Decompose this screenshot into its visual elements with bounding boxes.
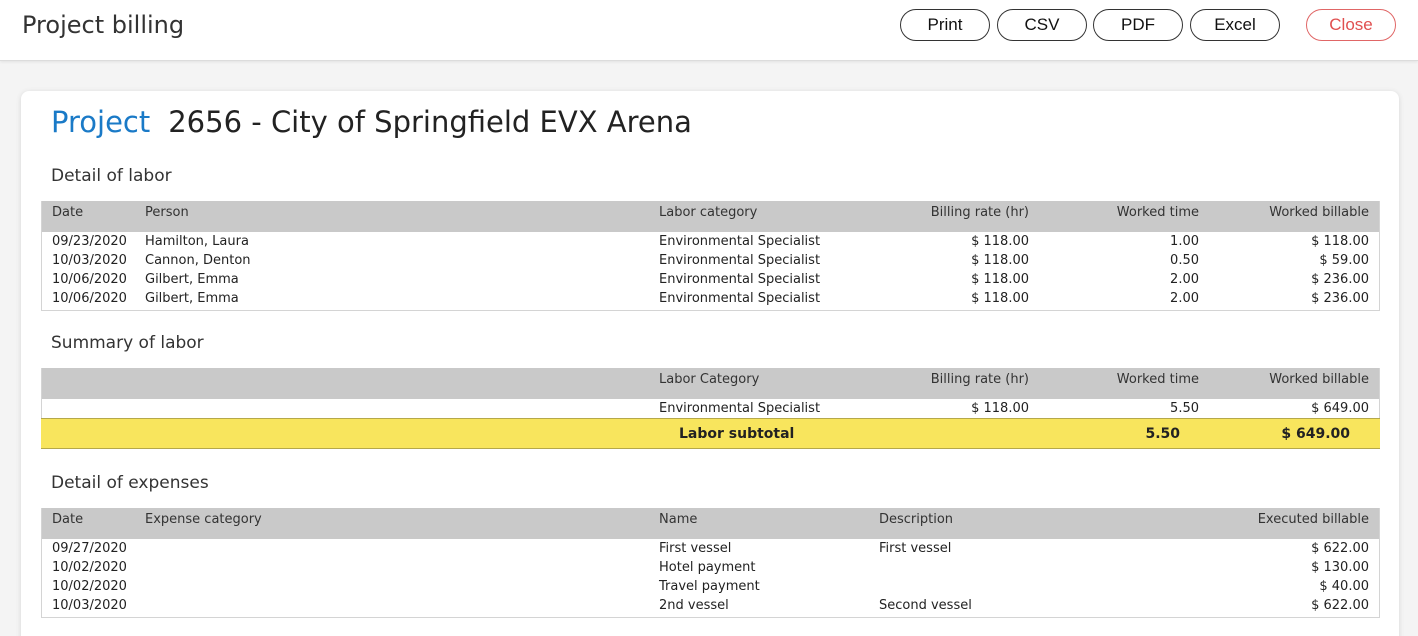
col-billing-rate: Billing rate (hr) [930,205,1029,220]
project-label: Project [51,105,151,139]
col-name: Name [659,512,698,527]
col-executed-billable: Executed billable [1257,512,1369,527]
cell-executed-billable: $ 622.00 [1311,541,1369,556]
csv-button[interactable]: CSV [997,9,1087,41]
labor-subtotal-label: Labor subtotal [679,426,795,442]
expenses-detail-body: 09/27/2020 First vessel First vessel $ 622.… [42,539,1379,617]
table-row: 10/03/2020 Cannon, Denton Environmental Sp… [42,252,1379,271]
cell-billing-rate: $ 118.00 [971,272,1029,287]
detail-of-labor-title: Detail of labor [51,166,172,186]
table-row: 10/06/2020 Gilbert, Emma Environmental Spe… [42,271,1379,290]
col-date: Date [52,205,84,220]
col-expense-category: Expense category [145,512,262,527]
pdf-button[interactable]: PDF [1093,9,1183,41]
table-row: 09/23/2020 Hamilton, Laura Environmental S… [42,233,1379,252]
cell-labor-category: Environmental Specialist [659,272,821,287]
cell-labor-category: Environmental Specialist [659,401,821,416]
cell-executed-billable: $ 622.00 [1311,598,1369,613]
labor-summary-body: Environmental Specialist $ 118.00 5.50 $ 64… [42,399,1379,419]
expenses-detail-table: Date Expense category Name Description E… [41,508,1380,618]
labor-summary-table: Labor Category Billing rate (hr) Worked … [41,368,1380,420]
col-labor-category: Labor Category [659,372,760,387]
labor-subtotal-row: Labor subtotal 5.50 $ 649.00 [41,418,1380,449]
cell-person: Hamilton, Laura [145,234,249,249]
detail-of-expenses-title: Detail of expenses [51,473,209,493]
top-bar: Project billing Print CSV PDF Excel Clos… [0,0,1418,61]
table-row: Environmental Specialist $ 118.00 5.50 $ 64… [42,400,1379,419]
table-row: 10/02/2020 Hotel payment $ 130.00 [42,559,1379,578]
close-button[interactable]: Close [1306,9,1396,41]
cell-date: 09/23/2020 [52,234,127,249]
cell-worked-time: 2.00 [1170,272,1199,287]
cell-name: First vessel [659,541,732,556]
cell-description: First vessel [879,541,952,556]
table-row: 10/06/2020 Gilbert, Emma Environmental Spe… [42,290,1379,309]
labor-subtotal-time: 5.50 [1145,426,1180,442]
labor-detail-body: 09/23/2020 Hamilton, Laura Environmental S… [42,232,1379,310]
labor-detail-table: Date Person Labor category Billing rate … [41,201,1380,311]
cell-worked-time: 0.50 [1170,253,1199,268]
cell-executed-billable: $ 130.00 [1311,560,1369,575]
project-heading: Project 2656 - City of Springfield EVX Ar… [51,105,692,139]
cell-description: Second vessel [879,598,972,613]
cell-date: 10/02/2020 [52,579,127,594]
cell-billing-rate: $ 118.00 [971,291,1029,306]
print-button[interactable]: Print [900,9,990,41]
page-title: Project billing [22,11,185,39]
cell-worked-billable: $ 118.00 [1311,234,1369,249]
table-row: 10/03/2020 2nd vessel Second vessel $ 622.0… [42,597,1379,616]
summary-of-labor-title: Summary of labor [51,333,204,353]
cell-name: Travel payment [659,579,760,594]
cell-name: 2nd vessel [659,598,729,613]
cell-worked-billable: $ 649.00 [1311,401,1369,416]
col-worked-time: Worked time [1116,372,1199,387]
cell-executed-billable: $ 40.00 [1319,579,1369,594]
col-worked-billable: Worked billable [1269,372,1369,387]
cell-labor-category: Environmental Specialist [659,291,821,306]
cell-labor-category: Environmental Specialist [659,253,821,268]
cell-person: Gilbert, Emma [145,291,239,306]
cell-worked-time: 2.00 [1170,291,1199,306]
cell-billing-rate: $ 118.00 [971,401,1029,416]
col-date: Date [52,512,84,527]
labor-subtotal-billable: $ 649.00 [1281,426,1350,442]
col-worked-time: Worked time [1116,205,1199,220]
col-labor-category: Labor category [659,205,758,220]
cell-date: 10/03/2020 [52,598,127,613]
billing-report-card: Project 2656 - City of Springfield EVX Ar… [21,91,1399,636]
table-row: 10/02/2020 Travel payment $ 40.00 [42,578,1379,597]
project-name: 2656 - City of Springfield EVX Arena [168,105,692,139]
cell-date: 10/06/2020 [52,291,127,306]
labor-detail-header: Date Person Labor category Billing rate … [42,201,1379,232]
cell-date: 09/27/2020 [52,541,127,556]
cell-worked-billable: $ 59.00 [1319,253,1369,268]
expenses-detail-header: Date Expense category Name Description E… [42,508,1379,539]
cell-worked-billable: $ 236.00 [1311,291,1369,306]
cell-date: 10/02/2020 [52,560,127,575]
cell-labor-category: Environmental Specialist [659,234,821,249]
cell-person: Gilbert, Emma [145,272,239,287]
cell-date: 10/06/2020 [52,272,127,287]
table-row: 09/27/2020 First vessel First vessel $ 622.… [42,540,1379,559]
cell-worked-time: 1.00 [1170,234,1199,249]
labor-summary-header: Labor Category Billing rate (hr) Worked … [42,368,1379,399]
cell-billing-rate: $ 118.00 [971,234,1029,249]
col-person: Person [145,205,189,220]
cell-billing-rate: $ 118.00 [971,253,1029,268]
excel-button[interactable]: Excel [1190,9,1280,41]
col-billing-rate: Billing rate (hr) [930,372,1029,387]
cell-worked-billable: $ 236.00 [1311,272,1369,287]
cell-worked-time: 5.50 [1170,401,1199,416]
cell-name: Hotel payment [659,560,756,575]
cell-date: 10/03/2020 [52,253,127,268]
col-worked-billable: Worked billable [1269,205,1369,220]
col-description: Description [879,512,954,527]
cell-person: Cannon, Denton [145,253,251,268]
